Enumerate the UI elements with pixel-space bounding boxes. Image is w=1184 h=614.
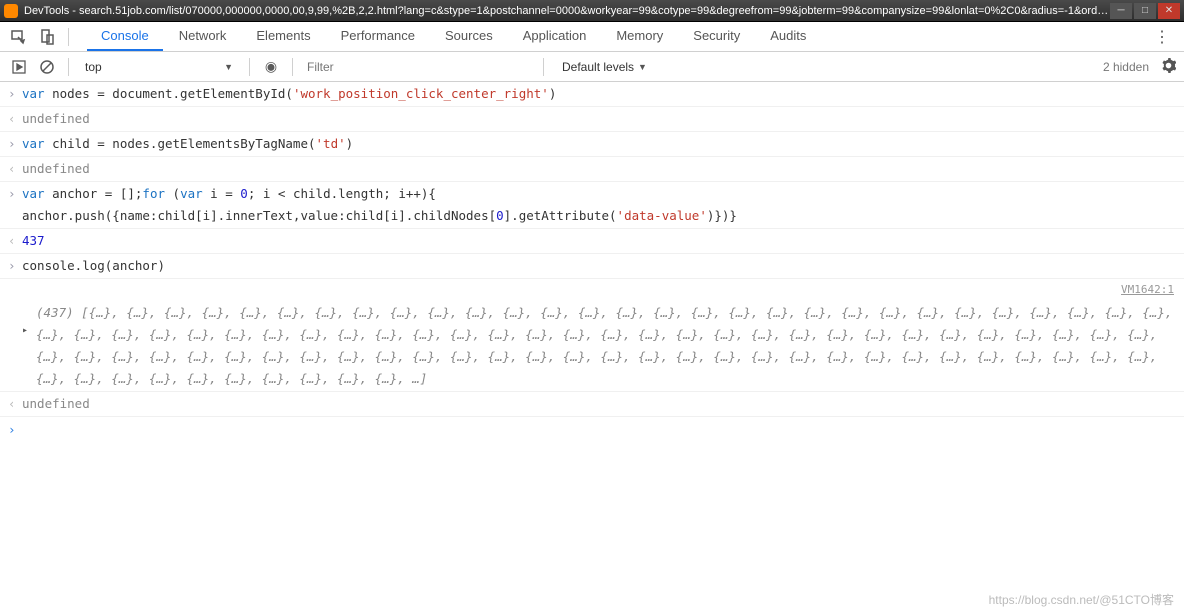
console-line-content: var child = nodes.getElementsByTagName('… [22, 133, 1176, 155]
tab-network[interactable]: Network [165, 22, 241, 51]
input-chevron-icon [8, 183, 22, 227]
console-body: var nodes = document.getElementById('wor… [0, 82, 1184, 443]
console-input-row: console.log(anchor) [0, 254, 1184, 279]
tab-performance[interactable]: Performance [327, 22, 429, 51]
maximize-button[interactable]: □ [1134, 3, 1156, 19]
context-label: top [85, 60, 102, 74]
levels-selector[interactable]: Default levels ▼ [554, 60, 655, 74]
separator [543, 58, 544, 76]
console-output-row: undefined [0, 392, 1184, 417]
console-line-content: undefined [22, 108, 1176, 130]
tab-security[interactable]: Security [679, 22, 754, 51]
filter-input[interactable] [303, 58, 533, 76]
console-line-content: 437 [22, 230, 1176, 252]
inspect-icon[interactable] [8, 26, 30, 48]
array-preview[interactable]: (437) [{…}, {…}, {…}, {…}, {…}, {…}, {…}… [36, 302, 1176, 390]
context-selector[interactable]: top ▼ [79, 60, 239, 74]
input-chevron-icon [8, 83, 22, 105]
output-chevron-icon [8, 393, 22, 415]
output-chevron-icon [8, 158, 22, 180]
output-chevron-icon [8, 108, 22, 130]
minimize-button[interactable]: ─ [1110, 3, 1132, 19]
more-icon[interactable]: ⋮ [1148, 27, 1176, 47]
console-output-row: undefined [0, 157, 1184, 182]
tab-elements[interactable]: Elements [242, 22, 324, 51]
watermark: https://blog.csdn.net/@51CTO博客 [989, 591, 1174, 608]
eye-icon[interactable]: ◉ [260, 56, 282, 78]
app-icon [4, 4, 18, 18]
play-icon[interactable] [8, 56, 30, 78]
expand-icon[interactable]: ▸ [22, 302, 36, 390]
levels-label: Default levels [562, 60, 634, 74]
devtools-toolbar: ConsoleNetworkElementsPerformanceSources… [0, 22, 1184, 52]
console-array-row: ▸(437) [{…}, {…}, {…}, {…}, {…}, {…}, {…… [0, 301, 1184, 392]
separator [68, 58, 69, 76]
console-line-content: undefined [22, 158, 1176, 180]
tab-memory[interactable]: Memory [602, 22, 677, 51]
chevron-down-icon: ▼ [638, 62, 647, 72]
separator [292, 58, 293, 76]
close-button[interactable]: ✕ [1158, 3, 1180, 19]
tab-audits[interactable]: Audits [756, 22, 820, 51]
input-chevron-icon [8, 133, 22, 155]
prompt-chevron-icon [8, 419, 22, 441]
tab-sources[interactable]: Sources [431, 22, 507, 51]
vm-source-link[interactable]: VM1642:1 [0, 279, 1184, 301]
tab-console[interactable]: Console [87, 22, 163, 51]
console-line-content: var nodes = document.getElementById('wor… [22, 83, 1176, 105]
console-input-row: var nodes = document.getElementById('wor… [0, 82, 1184, 107]
input-chevron-icon [8, 255, 22, 277]
console-output-row: undefined [0, 107, 1184, 132]
clear-icon[interactable] [36, 56, 58, 78]
separator [68, 28, 69, 46]
tab-application[interactable]: Application [509, 22, 601, 51]
chevron-down-icon: ▼ [224, 62, 233, 72]
window-title: DevTools - search.51job.com/list/070000,… [24, 5, 1110, 17]
window-titlebar: DevTools - search.51job.com/list/070000,… [0, 0, 1184, 22]
console-line-content: undefined [22, 393, 1176, 415]
console-output-row: 437 [0, 229, 1184, 254]
console-line-content: var anchor = [];for (var i = 0; i < chil… [22, 183, 1176, 227]
separator [249, 58, 250, 76]
gear-icon[interactable] [1161, 58, 1176, 76]
console-toolbar: top ▼ ◉ Default levels ▼ 2 hidden [0, 52, 1184, 82]
output-chevron-icon [8, 230, 22, 252]
console-prompt[interactable] [0, 417, 1184, 443]
hidden-count[interactable]: 2 hidden [1103, 60, 1155, 74]
device-icon[interactable] [36, 26, 58, 48]
console-input-row: var child = nodes.getElementsByTagName('… [0, 132, 1184, 157]
console-line-content: console.log(anchor) [22, 255, 1176, 277]
console-input-row: var anchor = [];for (var i = 0; i < chil… [0, 182, 1184, 229]
panel-tabs: ConsoleNetworkElementsPerformanceSources… [87, 22, 820, 51]
